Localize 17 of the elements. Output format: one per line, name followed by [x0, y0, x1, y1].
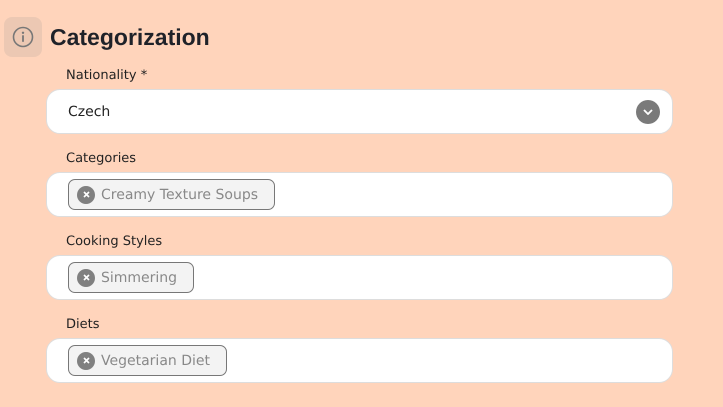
dropdown-icon[interactable]	[636, 100, 660, 124]
select-field[interactable]: Czech	[46, 89, 673, 134]
tags-field[interactable]: Creamy Texture Soups	[46, 172, 673, 217]
remove-icon[interactable]	[77, 352, 95, 370]
tag-label: Creamy Texture Soups	[101, 186, 258, 202]
remove-icon[interactable]	[77, 186, 95, 204]
field-label: Nationality *	[66, 68, 148, 83]
tags-field[interactable]: Simmering	[46, 255, 673, 300]
tag-label: Vegetarian Diet	[101, 352, 210, 368]
field-label: Cooking Styles	[66, 234, 164, 249]
info-icon[interactable]	[4, 17, 42, 57]
field-label: Diets	[66, 317, 100, 332]
remove-icon[interactable]	[77, 268, 95, 286]
section-title: Categorization	[50, 24, 210, 50]
tags-field[interactable]: Vegetarian Diet	[46, 338, 673, 383]
tag-label: Simmering	[101, 270, 178, 286]
field-label: Categories	[66, 151, 138, 166]
